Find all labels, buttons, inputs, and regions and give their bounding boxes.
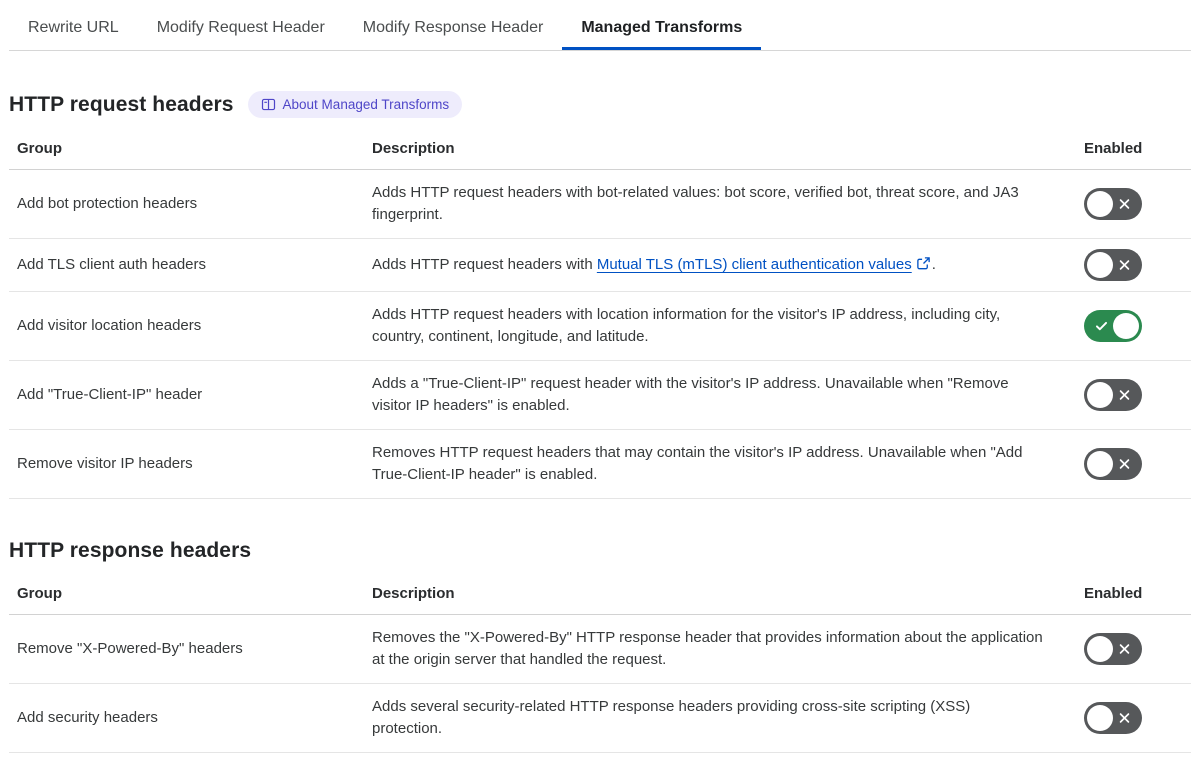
description-cell: Adds HTTP request headers with Mutual TL… <box>363 242 1084 288</box>
description-text: Adds HTTP request headers with <box>372 256 597 273</box>
request-headers-table: Group Description Enabled Add bot protec… <box>9 128 1191 499</box>
x-icon <box>1119 390 1130 400</box>
toggle-cell <box>1084 369 1191 421</box>
table-row: Remove visitor IP headers Removes HTTP r… <box>9 430 1191 499</box>
about-managed-transforms-link[interactable]: About Managed Transforms <box>247 91 463 118</box>
toggle-knob <box>1087 636 1113 662</box>
group-cell: Add TLS client auth headers <box>17 256 207 273</box>
table-header-row: Group Description Enabled <box>9 573 1191 615</box>
description-cell: Removes HTTP request headers that may co… <box>372 444 1023 483</box>
group-cell: Remove visitor IP headers <box>17 455 193 472</box>
toggle-cell <box>1084 438 1191 490</box>
request-section-title: HTTP request headers <box>9 92 234 116</box>
toggle-cell <box>1084 692 1191 744</box>
group-cell: Add bot protection headers <box>17 195 198 212</box>
check-icon <box>1095 321 1108 331</box>
group-cell: Remove "X-Powered-By" headers <box>17 640 243 657</box>
enabled-toggle[interactable] <box>1084 379 1142 411</box>
column-header-description: Description <box>372 140 455 157</box>
toggle-cell <box>1084 178 1191 230</box>
x-icon <box>1119 260 1130 270</box>
description-cell: Removes the "X-Powered-By" HTTP response… <box>372 629 1043 668</box>
table-row: Add security headers Adds several securi… <box>9 684 1191 753</box>
x-icon <box>1119 644 1130 654</box>
description-cell: Adds a "True-Client-IP" request header w… <box>372 375 1009 414</box>
description-text: . <box>931 256 936 273</box>
tab-modify-request-header[interactable]: Modify Request Header <box>138 10 344 50</box>
toggle-cell <box>1084 300 1191 352</box>
table-row: Remove "X-Powered-By" headers Removes th… <box>9 615 1191 684</box>
badge-label: About Managed Transforms <box>282 97 450 112</box>
enabled-toggle[interactable] <box>1084 702 1142 734</box>
toggle-cell <box>1084 623 1191 675</box>
managed-transforms-page: Rewrite URL Modify Request Header Modify… <box>0 0 1200 777</box>
request-headers-section: HTTP request headers About Managed Trans… <box>9 91 1191 499</box>
request-section-head: HTTP request headers About Managed Trans… <box>9 91 1191 118</box>
group-cell: Add visitor location headers <box>17 317 202 334</box>
mtls-doc-link[interactable]: Mutual TLS (mTLS) client authentication … <box>597 256 912 273</box>
toggle-knob <box>1087 451 1113 477</box>
toggle-cell <box>1084 239 1191 291</box>
enabled-toggle[interactable] <box>1084 249 1142 281</box>
toggle-knob <box>1087 252 1113 278</box>
tab-bar: Rewrite URL Modify Request Header Modify… <box>9 10 1191 51</box>
description-cell: Adds HTTP request headers with location … <box>372 306 1001 345</box>
table-header-row: Group Description Enabled <box>9 128 1191 170</box>
column-header-enabled: Enabled <box>1084 585 1143 602</box>
toggle-knob <box>1113 313 1139 339</box>
response-section-head: HTTP response headers <box>9 539 1191 563</box>
x-icon <box>1119 713 1130 723</box>
toggle-knob <box>1087 705 1113 731</box>
enabled-toggle[interactable] <box>1084 188 1142 220</box>
response-headers-table: Group Description Enabled Remove "X-Powe… <box>9 573 1191 753</box>
enabled-toggle[interactable] <box>1084 448 1142 480</box>
group-cell: Add "True-Client-IP" header <box>17 386 203 403</box>
table-row: Add TLS client auth headers Adds HTTP re… <box>9 239 1191 292</box>
x-icon <box>1119 199 1130 209</box>
enabled-toggle[interactable] <box>1084 633 1142 665</box>
x-icon <box>1119 459 1130 469</box>
book-icon <box>261 98 275 111</box>
column-header-description: Description <box>372 585 455 602</box>
tab-managed-transforms[interactable]: Managed Transforms <box>562 10 761 50</box>
enabled-toggle[interactable] <box>1084 310 1142 342</box>
description-cell: Adds HTTP request headers with bot-relat… <box>372 184 1019 223</box>
request-headers-rows: Add bot protection headers Adds HTTP req… <box>9 170 1191 499</box>
table-row: Add "True-Client-IP" header Adds a "True… <box>9 361 1191 430</box>
response-section-title: HTTP response headers <box>9 539 252 562</box>
column-header-group: Group <box>17 585 62 602</box>
external-link-icon <box>916 257 930 270</box>
group-cell: Add security headers <box>17 709 158 726</box>
tab-modify-response-header[interactable]: Modify Response Header <box>344 10 563 50</box>
table-row: Add bot protection headers Adds HTTP req… <box>9 170 1191 239</box>
column-header-enabled: Enabled <box>1084 140 1143 157</box>
response-headers-rows: Remove "X-Powered-By" headers Removes th… <box>9 615 1191 753</box>
response-headers-section: HTTP response headers Group Description … <box>9 539 1191 753</box>
column-header-group: Group <box>17 140 62 157</box>
toggle-knob <box>1087 382 1113 408</box>
table-row: Add visitor location headers Adds HTTP r… <box>9 292 1191 361</box>
tab-rewrite-url[interactable]: Rewrite URL <box>9 10 138 50</box>
toggle-knob <box>1087 191 1113 217</box>
